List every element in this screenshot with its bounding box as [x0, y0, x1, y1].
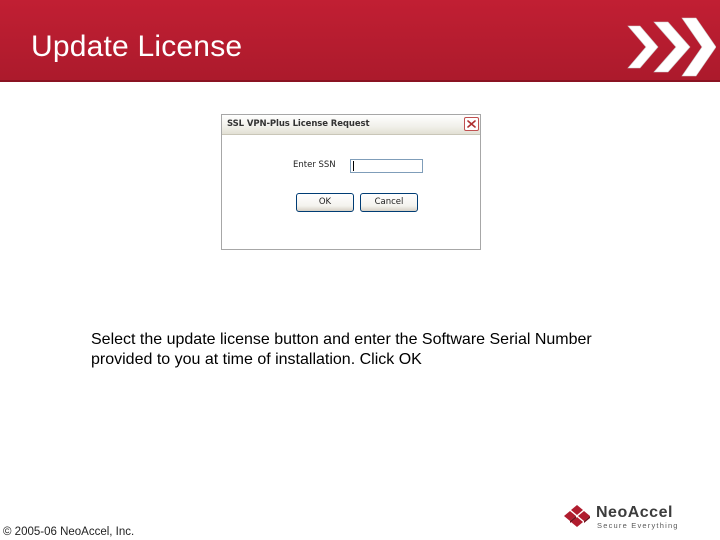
header-band: Update License [0, 0, 720, 80]
instruction-text: Select the update license button and ent… [91, 330, 691, 370]
ok-button[interactable]: OK [296, 193, 354, 212]
dialog-title: SSL VPN-Plus License Request [227, 119, 370, 129]
cancel-button[interactable]: Cancel [360, 193, 418, 212]
header-divider [0, 80, 720, 82]
copyright-notice: © 2005-06 NeoAccel, Inc. [3, 526, 135, 538]
logo-tagline: Secure Everything [597, 521, 679, 530]
ssn-label: Enter SSN [293, 160, 336, 170]
license-request-dialog: SSL VPN-Plus License Request Enter SSN O… [221, 114, 481, 250]
text-caret [353, 161, 354, 171]
neoaccel-logo-icon [564, 505, 590, 527]
slide-title: Update License [31, 30, 243, 63]
dialog-body: Enter SSN OK Cancel [222, 135, 480, 249]
dialog-titlebar: SSL VPN-Plus License Request [222, 115, 480, 135]
instruction-line-1: Select the update license button and ent… [91, 331, 592, 348]
close-icon [467, 120, 476, 128]
logo-name: NeoAccel [596, 504, 673, 521]
triple-chevron-icon [627, 17, 716, 77]
neoaccel-logo: NeoAccel Secure Everything [562, 502, 712, 532]
slide: Update License SSL VPN-Plus License Requ… [0, 0, 720, 540]
ssn-input[interactable] [350, 159, 423, 173]
instruction-line-2: provided to you at time of installation.… [91, 351, 422, 368]
close-button[interactable] [464, 117, 479, 131]
